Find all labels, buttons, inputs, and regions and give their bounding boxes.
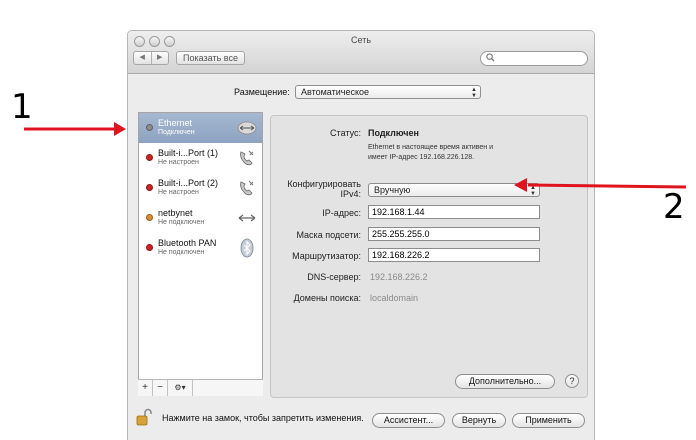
router-field[interactable] (368, 248, 540, 262)
configure-ipv4-value: Вручную (374, 185, 411, 195)
service-item-built-i-port-1[interactable]: Built-i...Port (1) Не настроен (139, 143, 262, 173)
configure-ipv4-label-line: IPv4: (340, 189, 361, 199)
router-label: Маршрутизатор: (292, 251, 361, 261)
configure-ipv4-label: Конфигурировать IPv4: (287, 179, 361, 199)
vpn-arrows-icon (237, 208, 257, 228)
service-action-menu-button[interactable]: ⚙▾ (168, 380, 193, 396)
ip-address-field[interactable] (368, 205, 540, 219)
service-item-ethernet[interactable]: Ethernet Подключен (139, 113, 262, 143)
bluetooth-icon (237, 238, 257, 258)
status-label: Статус: (330, 128, 361, 138)
configure-ipv4-select[interactable]: Вручную ▲ ▼ (368, 183, 540, 197)
subnet-mask-label: Маска подсети: (296, 230, 361, 240)
status-description: Ethernet в настоящее время активен и име… (368, 143, 538, 163)
window-title: Сеть (350, 35, 372, 45)
location-label: Размещение: (234, 87, 290, 97)
ip-address-label: IP-адрес: (322, 208, 361, 218)
annotation-arrow-1 (24, 122, 126, 136)
search-domains-value[interactable]: localdomain (370, 293, 418, 303)
dns-server-value[interactable]: 192.168.226.2 (370, 272, 428, 282)
phone-icon (237, 148, 257, 168)
service-list-toolbar: + − ⚙▾ (138, 379, 263, 396)
add-service-button[interactable]: + (138, 380, 153, 396)
location-value: Автоматическое (301, 87, 370, 97)
service-item-built-i-port-2[interactable]: Built-i...Port (2) Не настроен (139, 173, 262, 203)
configure-ipv4-label-line: Конфигурировать (287, 179, 361, 189)
back-arrow-icon: ◀ (139, 54, 145, 61)
revert-button[interactable]: Вернуть (452, 413, 506, 428)
title-bar: Сеть ◀ ▶ Показать все (128, 31, 594, 74)
service-status: Не настроен (158, 159, 199, 166)
advanced-button[interactable]: Дополнительно... (455, 374, 555, 389)
help-button[interactable]: ? (565, 374, 579, 388)
forward-arrow-icon: ▶ (157, 54, 163, 61)
status-description-line: имеет IP-адрес 192.168.226.128. (368, 154, 475, 161)
apply-button[interactable]: Применить (512, 413, 585, 428)
service-status: Не подключен (158, 249, 205, 256)
annotation-number-1: 1 (11, 87, 33, 127)
updown-arrows-icon: ▲ ▼ (530, 185, 536, 197)
service-name: Bluetooth PAN (158, 238, 217, 248)
status-dot-icon (146, 214, 153, 221)
back-button[interactable]: ◀ (134, 52, 151, 64)
lock-message: Нажмите на замок, чтобы запретить измене… (162, 413, 364, 423)
status-dot-icon (146, 184, 153, 191)
status-dot-icon (146, 154, 153, 161)
service-status: Не настроен (158, 189, 199, 196)
unlocked-padlock-icon[interactable] (136, 408, 152, 426)
search-domains-label: Домены поиска: (293, 293, 361, 303)
location-select[interactable]: Автоматическое ▲ ▼ (295, 85, 481, 99)
service-name: Built-i...Port (1) (158, 148, 219, 158)
status-dot-icon (146, 244, 153, 251)
forward-button[interactable]: ▶ (150, 52, 169, 64)
service-name: netbynet (158, 208, 193, 218)
nav-buttons: ◀ ▶ (133, 51, 169, 65)
remove-service-button[interactable]: − (153, 380, 168, 396)
service-list: Ethernet Подключен Built-i...Port (1) Не на… (138, 112, 263, 396)
annotation-number-2: 2 (663, 187, 685, 227)
status-dot-icon (146, 124, 153, 131)
assistant-button[interactable]: Ассистент... (372, 413, 445, 428)
network-preferences-window: Сеть ◀ ▶ Показать все Размещение: Автома… (127, 30, 595, 440)
phone-icon (237, 178, 257, 198)
detail-panel: Статус: Подключен Ethernet в настоящее в… (270, 115, 588, 398)
subnet-mask-field[interactable] (368, 227, 540, 241)
search-icon (486, 53, 495, 62)
status-value: Подключен (368, 128, 419, 138)
service-item-netbynet[interactable]: netbynet Не подключен (139, 203, 262, 233)
service-status: Не подключен (158, 219, 205, 226)
dns-server-label: DNS-сервер: (307, 272, 361, 282)
updown-arrows-icon: ▲ ▼ (471, 87, 477, 99)
status-description-line: Ethernet в настоящее время активен и (368, 144, 494, 151)
ethernet-arrows-icon (237, 118, 257, 138)
search-input[interactable] (480, 51, 588, 66)
show-all-button[interactable]: Показать все (176, 51, 245, 65)
service-item-bluetooth-pan[interactable]: Bluetooth PAN Не подключен (139, 233, 262, 263)
service-name: Ethernet (158, 118, 193, 128)
service-status: Подключен (158, 129, 195, 136)
service-name: Built-i...Port (2) (158, 178, 219, 188)
